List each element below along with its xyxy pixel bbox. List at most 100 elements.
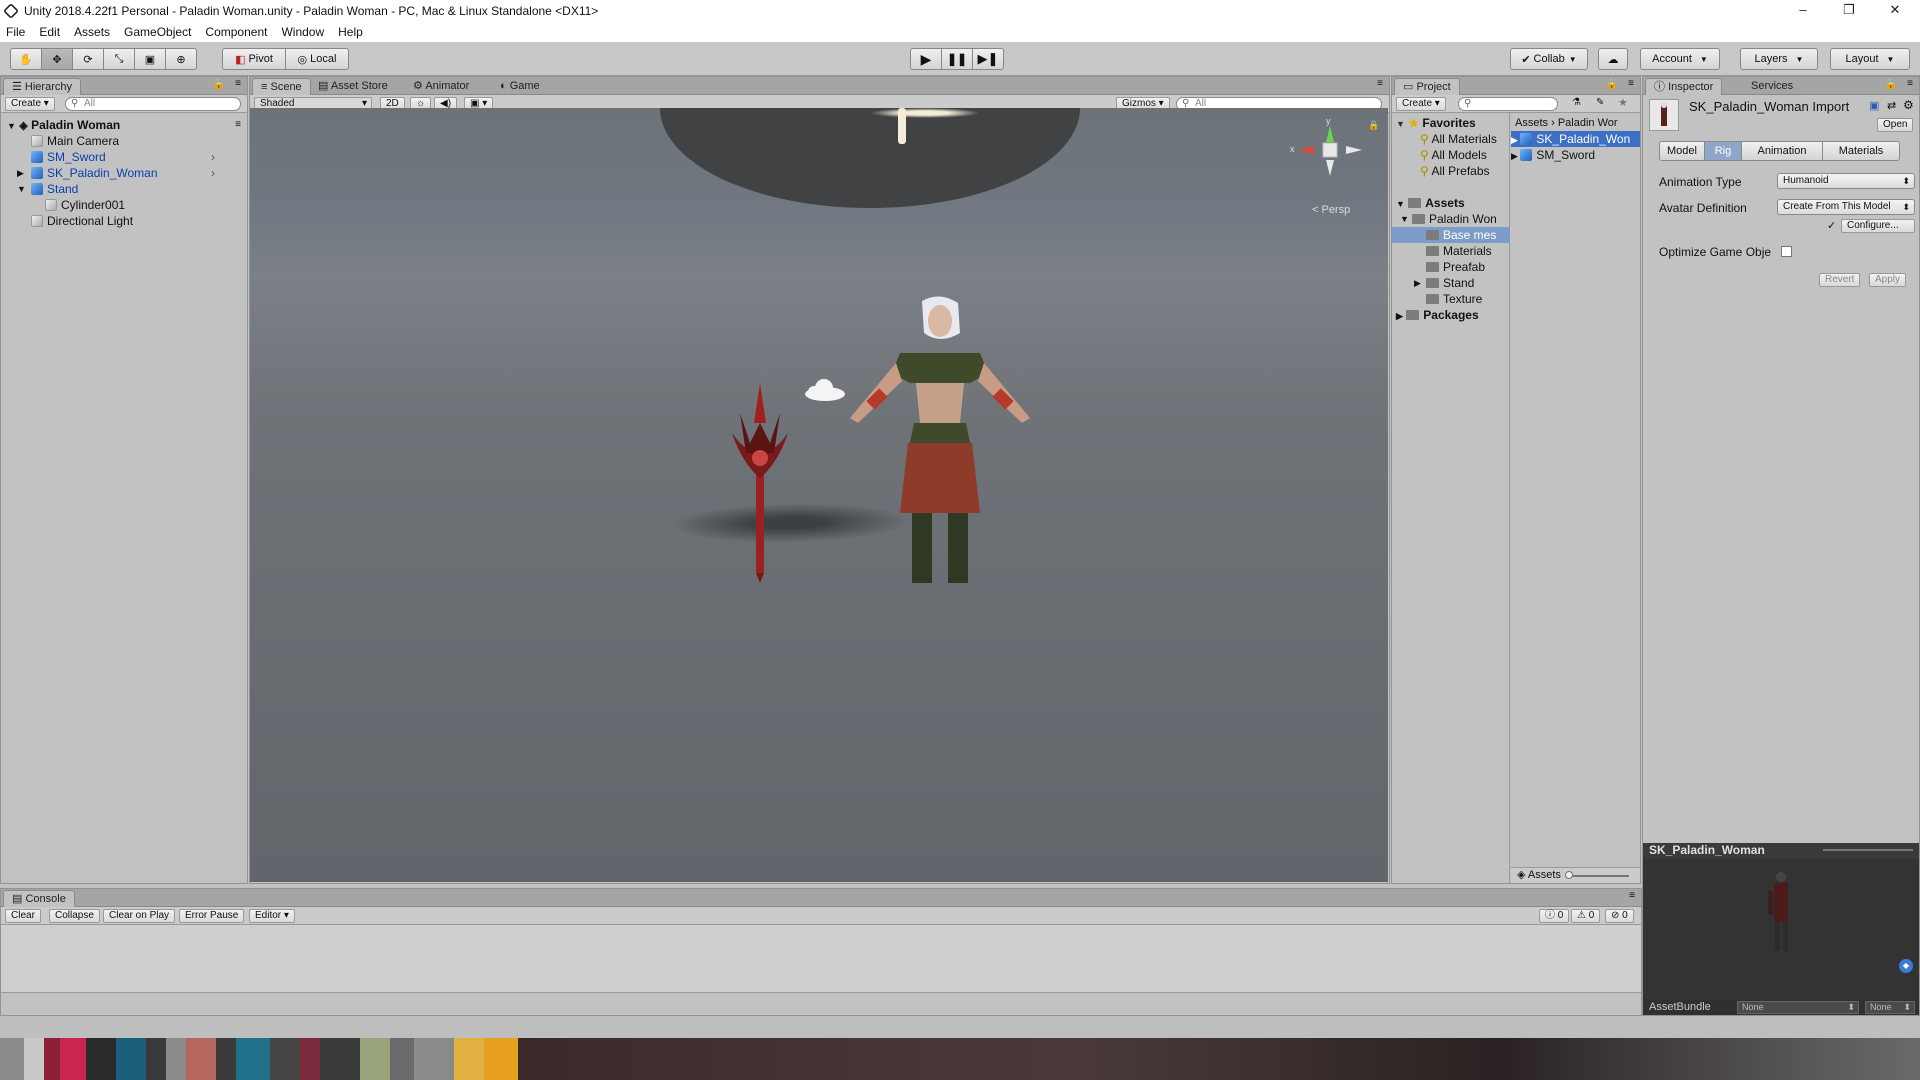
- gizmo-lock-icon[interactable]: 🔒: [1368, 120, 1379, 131]
- tab-project[interactable]: ▭ Project: [1394, 78, 1460, 95]
- console-clear-on-play-button[interactable]: Clear on Play: [103, 909, 176, 923]
- revert-button[interactable]: Revert: [1819, 273, 1861, 287]
- drag-handle-icon[interactable]: [1823, 849, 1913, 851]
- subtab-model[interactable]: Model: [1659, 141, 1705, 161]
- hierarchy-item[interactable]: ▶ SK_Paladin_Woman ›: [17, 165, 215, 181]
- perspective-label[interactable]: < Persp: [1312, 204, 1350, 216]
- settings-gear-icon[interactable]: ⚙: [1903, 98, 1914, 112]
- optimize-checkbox[interactable]: [1781, 246, 1792, 257]
- pause-button[interactable]: ❚❚: [941, 48, 973, 70]
- console-clear-button[interactable]: Clear: [5, 909, 41, 923]
- hierarchy-item[interactable]: Directional Light: [31, 213, 133, 229]
- tab-inspector[interactable]: ⓘ Inspector: [1645, 78, 1723, 95]
- warning-count-toggle[interactable]: ⚠ 0: [1571, 909, 1601, 923]
- tab-asset-store[interactable]: ▤ Asset Store: [310, 78, 396, 95]
- breadcrumb-assets[interactable]: Assets: [1515, 117, 1548, 129]
- restore-button[interactable]: ❐: [1826, 0, 1872, 22]
- animation-type-dropdown[interactable]: Humanoid: [1777, 173, 1915, 189]
- favorite-item[interactable]: ⚲ All Prefabs: [1420, 163, 1490, 179]
- console-log-area[interactable]: [1, 925, 1641, 993]
- hierarchy-item[interactable]: Cylinder001: [45, 197, 125, 213]
- expand-arrow-icon[interactable]: ▼: [7, 121, 16, 131]
- paladin-woman-model[interactable]: [830, 293, 1050, 593]
- layers-dropdown[interactable]: Layers ▼: [1740, 48, 1818, 70]
- scene-viewport[interactable]: y x < Persp 🔒: [250, 108, 1388, 882]
- zoom-slider[interactable]: [1567, 875, 1629, 877]
- panel-menu-icon[interactable]: ≡: [235, 78, 241, 89]
- asset-folder-item[interactable]: ▶ Stand: [1414, 275, 1474, 291]
- pivot-button[interactable]: ◧ Pivot: [222, 48, 286, 70]
- menu-component[interactable]: Component: [205, 25, 267, 39]
- menu-edit[interactable]: Edit: [39, 25, 60, 39]
- expand-arrow-icon[interactable]: ▼: [17, 181, 26, 197]
- apply-button[interactable]: Apply: [1869, 273, 1907, 287]
- menu-gameobject[interactable]: GameObject: [124, 25, 191, 39]
- minimize-button[interactable]: –: [1780, 0, 1826, 22]
- console-error-pause-button[interactable]: Error Pause: [179, 909, 245, 923]
- scene-root[interactable]: ▼ ◈ Paladin Woman ≡: [7, 117, 243, 133]
- file-item-sm-sword[interactable]: ▶ SM_Sword: [1511, 147, 1595, 163]
- collapse-arrow-icon[interactable]: ▶: [1414, 275, 1421, 291]
- hierarchy-item[interactable]: SM_Sword ›: [31, 149, 215, 165]
- lock-icon[interactable]: 🔒: [213, 79, 225, 90]
- menu-assets[interactable]: Assets: [74, 25, 110, 39]
- cloud-button[interactable]: ☁: [1598, 48, 1628, 70]
- hierarchy-search-input[interactable]: All: [65, 97, 241, 111]
- scene-menu-icon[interactable]: ≡: [235, 117, 241, 133]
- project-create-button[interactable]: Create ▾: [1396, 97, 1446, 111]
- chevron-right-icon[interactable]: ›: [211, 165, 215, 181]
- sword-model[interactable]: [720, 383, 800, 583]
- layout-dropdown[interactable]: Layout ▼: [1830, 48, 1910, 70]
- favorite-star-icon[interactable]: ★: [1618, 96, 1628, 109]
- tab-scene[interactable]: ≡ Scene: [252, 78, 311, 95]
- panel-menu-icon[interactable]: ≡: [1377, 78, 1383, 89]
- zoom-slider-handle[interactable]: [1565, 871, 1573, 879]
- tab-animator[interactable]: ⚙ Animator: [405, 78, 477, 95]
- assetbundle-variant-dropdown[interactable]: None ⬍: [1865, 1001, 1915, 1014]
- hierarchy-item[interactable]: ▼ Stand: [17, 181, 78, 197]
- panel-menu-icon[interactable]: ≡: [1629, 890, 1635, 901]
- project-search-input[interactable]: [1458, 97, 1558, 111]
- favorites-header[interactable]: ▼ ★ Favorites: [1396, 115, 1476, 131]
- scene-orientation-gizmo[interactable]: y x: [1290, 116, 1370, 198]
- tab-hierarchy[interactable]: ☰ Hierarchy: [3, 78, 81, 95]
- expand-arrow-icon[interactable]: ▼: [1400, 211, 1409, 227]
- open-button[interactable]: Open: [1877, 118, 1914, 132]
- scale-tool-button[interactable]: ⤡: [103, 48, 135, 70]
- asset-folder-item[interactable]: Base mes: [1392, 227, 1510, 243]
- transform-tool-button[interactable]: ⊕: [165, 48, 197, 70]
- breadcrumb-folder[interactable]: Paladin Wor: [1558, 117, 1618, 129]
- close-button[interactable]: ✕: [1872, 0, 1918, 22]
- subtab-rig[interactable]: Rig: [1704, 141, 1742, 161]
- chevron-right-icon[interactable]: ›: [211, 149, 215, 165]
- error-count-toggle[interactable]: ⊘ 0: [1605, 909, 1634, 923]
- local-button[interactable]: ◎ Local: [285, 48, 349, 70]
- lock-icon[interactable]: 🔒: [1885, 79, 1897, 90]
- menu-help[interactable]: Help: [338, 25, 363, 39]
- info-count-toggle[interactable]: ⓘ 0: [1539, 909, 1570, 923]
- collapse-arrow-icon[interactable]: ▶: [17, 165, 24, 181]
- subtab-animation[interactable]: Animation: [1741, 141, 1823, 161]
- tab-console[interactable]: ▤ Console: [3, 890, 75, 907]
- asset-folder-item[interactable]: Materials: [1426, 243, 1492, 259]
- hand-tool-button[interactable]: ✋: [10, 48, 42, 70]
- favorite-item[interactable]: ⚲ All Models: [1420, 147, 1487, 163]
- lock-icon[interactable]: 🔒: [1606, 79, 1618, 90]
- tab-services[interactable]: Services: [1743, 78, 1801, 95]
- file-item-sk-paladin[interactable]: ▶ SK_Paladin_Won: [1511, 131, 1640, 147]
- rect-tool-button[interactable]: ▣: [134, 48, 166, 70]
- preset-icon[interactable]: ⇄: [1887, 99, 1896, 112]
- configure-button[interactable]: Configure...: [1841, 219, 1915, 233]
- step-button[interactable]: ▶❚: [972, 48, 1004, 70]
- assets-root[interactable]: ▼ Assets: [1396, 195, 1465, 211]
- play-button[interactable]: ▶: [910, 48, 942, 70]
- preview-area[interactable]: ◆: [1643, 859, 1919, 999]
- filter-type-icon[interactable]: ⚗: [1572, 97, 1581, 108]
- tab-game[interactable]: ◐ Game: [492, 78, 548, 95]
- account-button[interactable]: Account ▼: [1640, 48, 1720, 70]
- tag-icon[interactable]: ◆: [1899, 959, 1913, 973]
- favorite-item[interactable]: ⚲ All Materials: [1420, 131, 1497, 147]
- move-tool-button[interactable]: ✥: [41, 48, 73, 70]
- packages-root[interactable]: ▶ Packages: [1396, 307, 1479, 323]
- asset-folder-item[interactable]: ▼ Paladin Won: [1400, 211, 1497, 227]
